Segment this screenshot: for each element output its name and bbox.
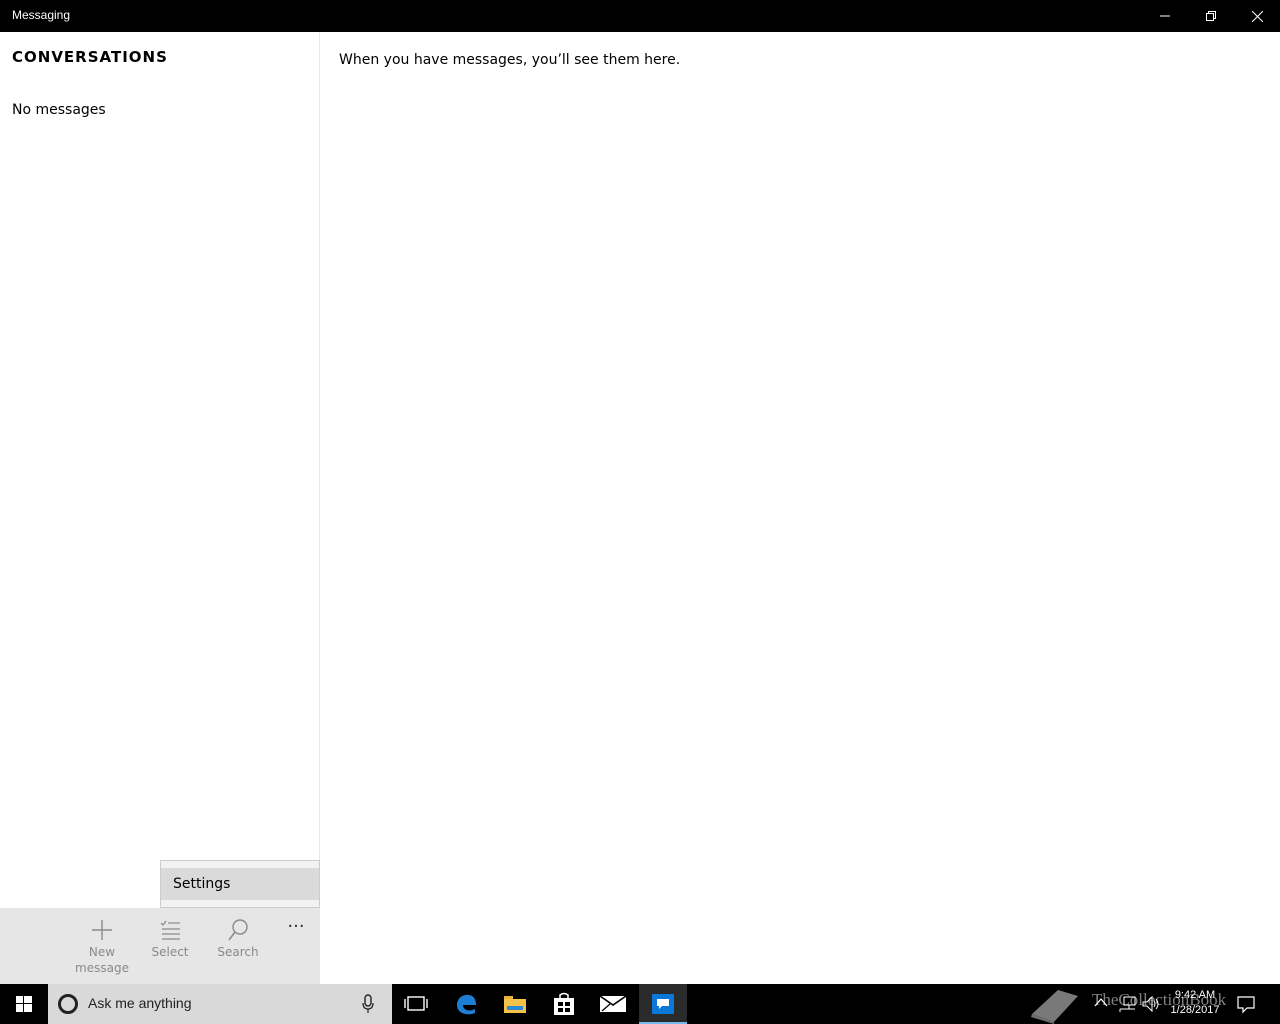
more-menu-flyout: Settings — [160, 860, 320, 908]
select-label: Select — [151, 945, 189, 959]
message-pane: When you have messages, you’ll see them … — [321, 32, 1280, 984]
windows-logo-icon — [16, 996, 32, 1012]
taskbar: Ask me anything TheCollectionBook 9:42 A… — [0, 984, 1280, 1024]
task-view-button[interactable] — [392, 984, 440, 1024]
chevron-up-icon[interactable] — [1094, 996, 1108, 1010]
select-button[interactable]: Select — [138, 918, 202, 960]
action-center-icon[interactable] — [1236, 994, 1256, 1014]
search-icon — [228, 919, 248, 941]
no-messages-text: No messages — [12, 102, 106, 118]
search-button[interactable]: Search — [206, 918, 270, 960]
mail-icon — [600, 995, 626, 1012]
book-logo-icon — [1031, 990, 1078, 1024]
clock-time: 9:42 AM — [1174, 989, 1216, 1001]
new-message-button[interactable]: New message — [70, 918, 134, 976]
cortana-search-box[interactable]: Ask me anything — [48, 984, 392, 1024]
restore-icon — [1206, 11, 1216, 21]
edge-button[interactable] — [442, 984, 490, 1024]
cortana-placeholder: Ask me anything — [88, 995, 192, 1011]
restore-button[interactable] — [1188, 0, 1234, 32]
mail-button[interactable] — [589, 984, 637, 1024]
clock-date: 1/28/2017 — [1170, 1004, 1220, 1016]
new-message-label-2: message — [75, 961, 129, 975]
search-label: Search — [217, 945, 259, 959]
clock[interactable]: 9:42 AM 1/28/2017 — [1162, 988, 1228, 1018]
minimize-button[interactable] — [1142, 0, 1188, 32]
conversations-header: CONVERSATIONS — [12, 48, 168, 66]
file-explorer-icon — [504, 996, 526, 1013]
store-button[interactable] — [540, 984, 588, 1024]
store-icon — [554, 992, 574, 1015]
plus-icon — [92, 920, 112, 940]
messaging-icon — [652, 994, 674, 1014]
edge-icon — [457, 994, 476, 1015]
new-message-label-1: New — [88, 945, 116, 959]
settings-menu-label: Settings — [173, 876, 231, 892]
window-title: Messaging — [12, 8, 71, 22]
select-list-icon — [160, 920, 180, 940]
cortana-icon — [58, 994, 78, 1014]
messaging-taskbar-button[interactable] — [639, 984, 687, 1024]
conversations-pane: CONVERSATIONS No messages Settings New m… — [0, 32, 320, 984]
close-icon — [1251, 10, 1263, 22]
microphone-icon[interactable] — [362, 994, 374, 1014]
volume-icon[interactable] — [1142, 995, 1160, 1013]
start-button[interactable] — [0, 984, 48, 1024]
settings-menu-item[interactable]: Settings — [161, 868, 319, 900]
task-view-icon — [404, 996, 428, 1011]
more-icon: ··· — [287, 916, 305, 937]
minimize-icon — [1160, 15, 1170, 17]
empty-state-text: When you have messages, you’ll see them … — [339, 52, 681, 68]
file-explorer-button[interactable] — [491, 984, 539, 1024]
network-icon[interactable] — [1118, 995, 1136, 1013]
close-button[interactable] — [1234, 0, 1280, 32]
command-bar: New message Select Search ··· — [0, 908, 320, 984]
title-bar: Messaging — [0, 0, 1280, 32]
more-button[interactable]: ··· — [280, 918, 312, 942]
